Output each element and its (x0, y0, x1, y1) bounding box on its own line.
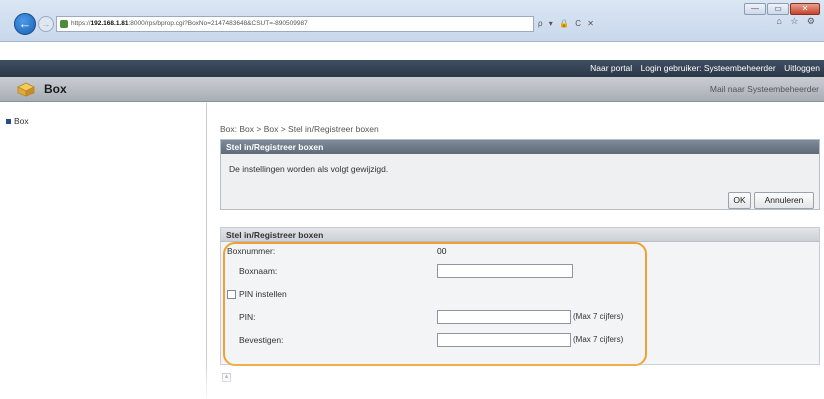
cancel-button[interactable]: Annuleren (754, 192, 814, 209)
ok-button[interactable]: OK (728, 192, 751, 209)
confirm-message: De instellingen worden als volgt gewijzi… (229, 164, 389, 174)
bullet-icon (6, 119, 11, 125)
breadcrumb: Box: Box > Box > Stel in/Registreer boxe… (220, 124, 379, 134)
url-path: :8000/rps/bprop.cgi?BoxNo=2147483648&CSU… (128, 20, 308, 27)
app-header-spacer (0, 43, 824, 60)
confirm-panel-title: Stel in/Registreer boxen (221, 140, 819, 154)
form-panel-title: Stel in/Registreer boxen (221, 228, 819, 242)
address-bar[interactable]: https://192.168.1.81:8000/rps/bprop.cgi?… (56, 16, 534, 32)
sidebar-item-box[interactable]: Box (6, 116, 29, 126)
app-header: Naar portal Login gebruiker: Systeembehe… (0, 60, 824, 77)
back-button[interactable]: ← (14, 13, 36, 35)
box-icon (17, 82, 35, 97)
url-prefix: https:// (71, 20, 91, 27)
logout-link[interactable]: Uitloggen (784, 63, 820, 73)
sidebar: Box (0, 103, 207, 399)
highlight-frame (223, 242, 647, 366)
address-tools[interactable]: ρ ▾ 🔒 C ✕ (538, 16, 608, 32)
mail-admin-link[interactable]: Mail naar Systeembeheerder (710, 84, 819, 94)
forward-button[interactable]: → (38, 16, 54, 32)
browser-chrome: — ▭ ✕ ← → https://192.168.1.81:8000/rps/… (0, 0, 824, 42)
confirm-panel: Stel in/Registreer boxen De instellingen… (220, 139, 820, 210)
url-host: 192.168.1.81 (90, 20, 129, 27)
sidebar-item-label: Box (14, 116, 29, 126)
portal-link[interactable]: Naar portal (590, 63, 632, 73)
close-window-button[interactable]: ✕ (790, 3, 820, 15)
browser-home-icons[interactable]: ⌂ ☆ ⚙ (776, 16, 818, 27)
page-title: Box (44, 82, 67, 96)
window-controls: — ▭ ✕ (744, 3, 820, 15)
minimize-button[interactable]: — (744, 3, 766, 15)
maximize-button[interactable]: ▭ (767, 3, 789, 15)
page-top-icon[interactable]: ▲ (222, 373, 231, 382)
header-links: Naar portal Login gebruiker: Systeembehe… (584, 63, 820, 73)
site-security-icon (60, 20, 68, 28)
login-user-text: Login gebruiker: Systeembeheerder (640, 63, 776, 73)
title-bar: Box Mail naar Systeembeheerder (0, 77, 824, 102)
